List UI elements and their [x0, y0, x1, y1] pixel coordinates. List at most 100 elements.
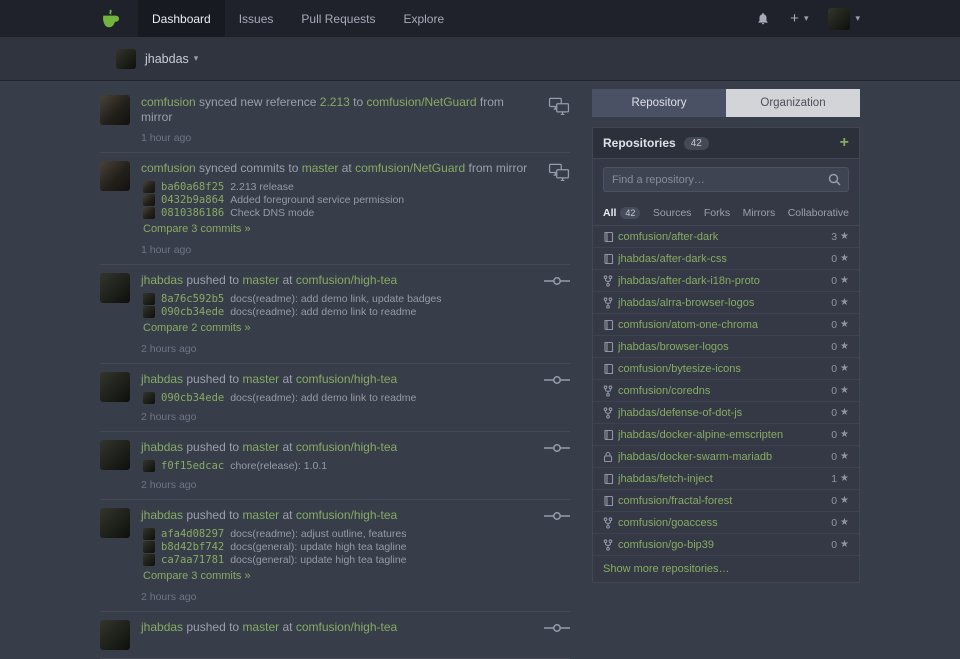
- compare-commits-link[interactable]: Compare 3 commits »: [143, 223, 251, 236]
- filter-all[interactable]: All42: [603, 207, 640, 219]
- actor-avatar[interactable]: [100, 161, 130, 191]
- repo-name[interactable]: comfusion/go-bip39: [618, 539, 831, 551]
- actor-link[interactable]: jhabdas: [141, 273, 183, 287]
- repo-name[interactable]: jhabdas/after-dark-i18n-proto: [618, 275, 831, 287]
- context-user-name[interactable]: jhabdas: [145, 52, 189, 66]
- commit-sha[interactable]: 0432b9a864: [161, 194, 224, 206]
- repo-name[interactable]: jhabdas/docker-swarm-mariadb: [618, 451, 831, 463]
- repo-name[interactable]: jhabdas/docker-alpine-emscripten: [618, 429, 831, 441]
- repo-row[interactable]: jhabdas/docker-alpine-emscripten 0 ★: [593, 424, 859, 446]
- repo-link[interactable]: comfusion/NetGuard: [355, 161, 465, 175]
- repo-name[interactable]: comfusion/coredns: [618, 385, 831, 397]
- repo-name[interactable]: jhabdas/alrra-browser-logos: [618, 297, 831, 309]
- commit-sha[interactable]: 0810386186: [161, 207, 224, 219]
- repo-row[interactable]: jhabdas/after-dark-css 0 ★: [593, 248, 859, 270]
- tab-organization[interactable]: Organization: [726, 89, 860, 117]
- compare-commits-link[interactable]: Compare 2 commits »: [143, 322, 251, 335]
- nav-item-dashboard[interactable]: Dashboard: [138, 0, 225, 37]
- repo-name[interactable]: comfusion/bytesize-icons: [618, 363, 831, 375]
- actor-link[interactable]: comfusion: [141, 95, 196, 109]
- tab-repository[interactable]: Repository: [592, 89, 726, 117]
- repo-row[interactable]: jhabdas/fetch-inject 1 ★: [593, 468, 859, 490]
- commit-icon: [528, 620, 570, 650]
- nav-item-explore[interactable]: Explore: [389, 0, 458, 37]
- nav-item-issues[interactable]: Issues: [225, 0, 288, 37]
- repo-row[interactable]: comfusion/bytesize-icons 0 ★: [593, 358, 859, 380]
- commit-sha[interactable]: ca7aa71781: [161, 554, 224, 566]
- repo-row[interactable]: comfusion/atom-one-chroma 0 ★: [593, 314, 859, 336]
- repo-name[interactable]: comfusion/fractal-forest: [618, 495, 831, 507]
- gitea-logo[interactable]: [100, 0, 122, 37]
- repo-link[interactable]: comfusion/high-tea: [296, 273, 397, 287]
- branch-link[interactable]: master: [242, 440, 279, 454]
- commit-sha[interactable]: 8a76c592b5: [161, 293, 224, 305]
- compare-commits-link[interactable]: Compare 3 commits »: [143, 570, 251, 583]
- feed-timestamp: 2 hours ago: [141, 344, 528, 355]
- repo-link[interactable]: comfusion/NetGuard: [367, 95, 477, 109]
- notifications-bell-icon[interactable]: [756, 11, 770, 26]
- repo-name[interactable]: comfusion/after-dark: [618, 231, 831, 243]
- actor-link[interactable]: jhabdas: [141, 620, 183, 634]
- actor-link[interactable]: comfusion: [141, 161, 196, 175]
- actor-avatar[interactable]: [100, 372, 130, 402]
- repo-row[interactable]: comfusion/after-dark 3 ★: [593, 226, 859, 248]
- actor-avatar[interactable]: [100, 95, 130, 125]
- repo-name[interactable]: jhabdas/defense-of-dot-js: [618, 407, 831, 419]
- show-more-link[interactable]: Show more repositories…: [593, 556, 859, 582]
- commit-sha[interactable]: 090cb34ede: [161, 392, 224, 404]
- commit-sha[interactable]: afa4d08297: [161, 528, 224, 540]
- branch-link[interactable]: master: [302, 161, 339, 175]
- commit-sha[interactable]: ba60a68f25: [161, 181, 224, 193]
- repo-link[interactable]: comfusion/high-tea: [296, 508, 397, 522]
- create-new-button[interactable]: +▾: [790, 10, 808, 27]
- commit-message: docs(readme): add demo link to readme: [230, 392, 416, 404]
- repo-name[interactable]: jhabdas/after-dark-css: [618, 253, 831, 265]
- actor-link[interactable]: jhabdas: [141, 508, 183, 522]
- repo-row[interactable]: jhabdas/defense-of-dot-js 0 ★: [593, 402, 859, 424]
- repo-row[interactable]: comfusion/coredns 0 ★: [593, 380, 859, 402]
- ref-link[interactable]: 2.213: [320, 95, 350, 109]
- feed-text: at: [279, 440, 296, 454]
- repo-link[interactable]: comfusion/high-tea: [296, 372, 397, 386]
- star-count: 0: [831, 341, 837, 353]
- repo-name[interactable]: jhabdas/fetch-inject: [618, 473, 831, 485]
- star-icon: ★: [840, 319, 849, 330]
- actor-link[interactable]: jhabdas: [141, 372, 183, 386]
- actor-avatar[interactable]: [100, 440, 130, 470]
- commit-sha[interactable]: 090cb34ede: [161, 306, 224, 318]
- actor-avatar[interactable]: [100, 620, 130, 650]
- repo-name[interactable]: comfusion/atom-one-chroma: [618, 319, 831, 331]
- actor-avatar[interactable]: [100, 508, 130, 538]
- repo-row[interactable]: jhabdas/alrra-browser-logos 0 ★: [593, 292, 859, 314]
- commit-line: afa4d08297docs(readme): adjust outline, …: [143, 527, 528, 540]
- repo-name[interactable]: comfusion/goaccess: [618, 517, 831, 529]
- branch-link[interactable]: master: [242, 273, 279, 287]
- filter-sources[interactable]: Sources: [653, 207, 692, 219]
- branch-link[interactable]: master: [242, 508, 279, 522]
- repo-search-input[interactable]: [603, 167, 849, 192]
- branch-link[interactable]: master: [242, 372, 279, 386]
- filter-forks[interactable]: Forks: [704, 207, 730, 219]
- star-icon: ★: [840, 253, 849, 264]
- repo-row[interactable]: comfusion/goaccess 0 ★: [593, 512, 859, 534]
- filter-collaborative[interactable]: Collaborative: [788, 207, 849, 219]
- repo-link[interactable]: comfusion/high-tea: [296, 620, 397, 634]
- actor-avatar[interactable]: [100, 273, 130, 303]
- commit-sha[interactable]: b8d42bf742: [161, 541, 224, 553]
- nav-item-pull-requests[interactable]: Pull Requests: [287, 0, 389, 37]
- filter-mirrors[interactable]: Mirrors: [743, 207, 776, 219]
- repo-name[interactable]: jhabdas/browser-logos: [618, 341, 831, 353]
- repo-row[interactable]: comfusion/fractal-forest 0 ★: [593, 490, 859, 512]
- star-count: 0: [831, 275, 837, 287]
- repo-row[interactable]: jhabdas/after-dark-i18n-proto 0 ★: [593, 270, 859, 292]
- repo-link[interactable]: comfusion/high-tea: [296, 440, 397, 454]
- commit-sha[interactable]: f0f15edcac: [161, 460, 224, 472]
- branch-link[interactable]: master: [242, 620, 279, 634]
- actor-link[interactable]: jhabdas: [141, 440, 183, 454]
- feed-item: comfusion synced new reference 2.213 to …: [100, 87, 570, 153]
- repo-row[interactable]: jhabdas/browser-logos 0 ★: [593, 336, 859, 358]
- repo-row[interactable]: comfusion/go-bip39 0 ★: [593, 534, 859, 556]
- repo-row[interactable]: jhabdas/docker-swarm-mariadb 0 ★: [593, 446, 859, 468]
- user-menu[interactable]: ▾: [828, 8, 860, 30]
- add-repo-button[interactable]: +: [840, 135, 849, 151]
